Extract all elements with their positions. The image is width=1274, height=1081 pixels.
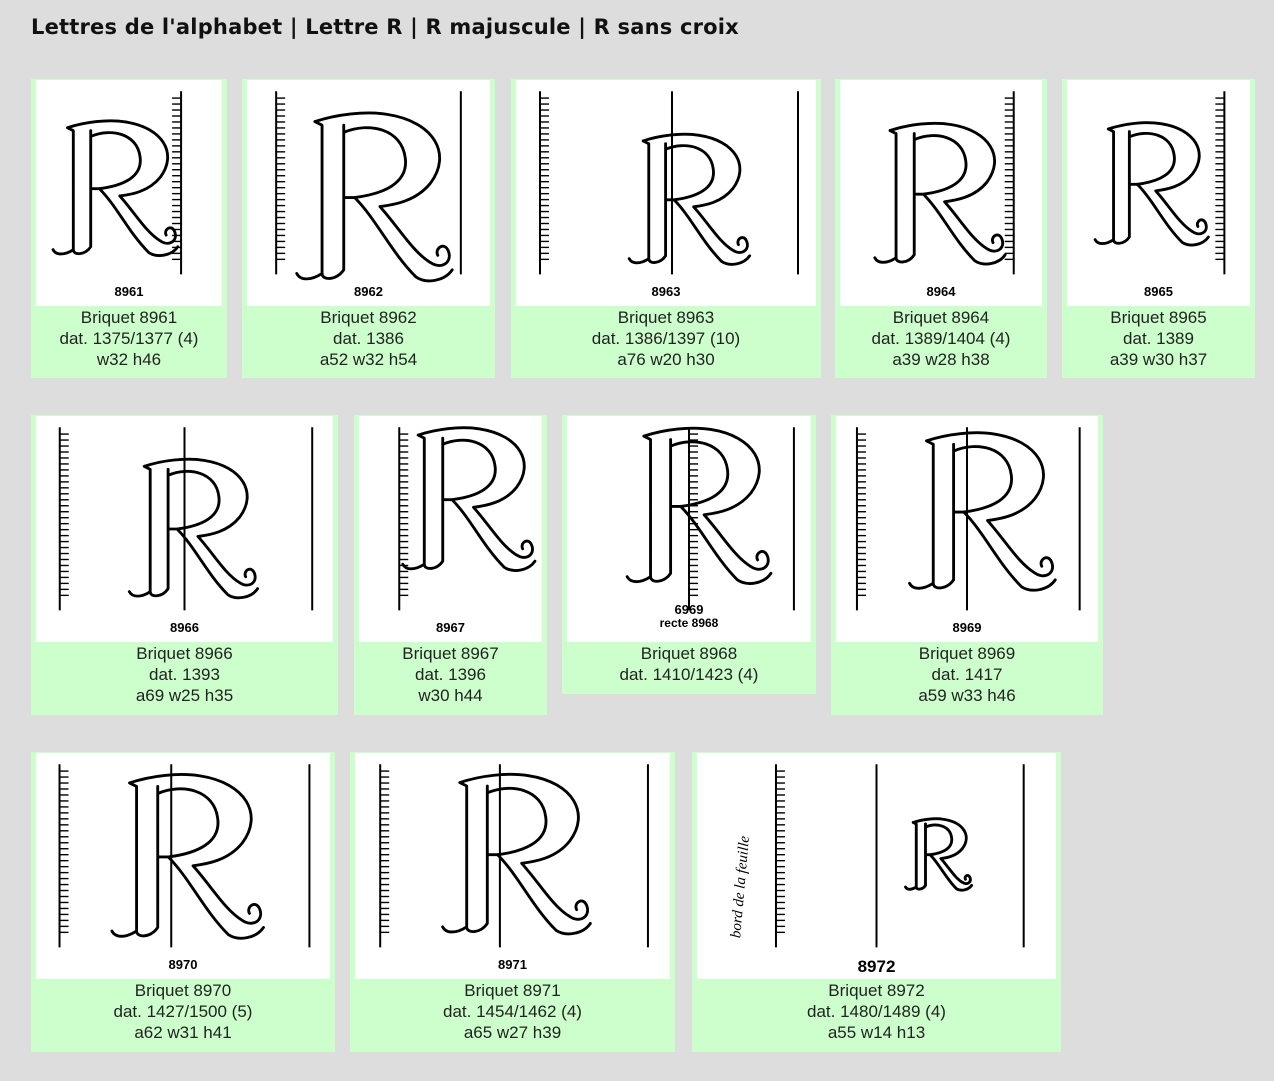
watermark-image[interactable]: 6969 recte 8968 bbox=[567, 416, 811, 642]
watermark-card[interactable]: 8967 Briquet 8967 dat. 1396 w30 h44 bbox=[354, 415, 547, 715]
watermark-tracing-icon bbox=[855, 427, 1081, 611]
watermark-number: 6969 bbox=[674, 602, 704, 617]
caption-title[interactable]: Briquet 8972 bbox=[692, 980, 1061, 1001]
watermark-card[interactable]: 8969 Briquet 8969 dat. 1417 a59 w33 h46 bbox=[831, 415, 1103, 715]
caption-date: dat. 1396 bbox=[415, 665, 486, 684]
watermark-card[interactable]: 8965 Briquet 8965 dat. 1389 a39 w30 h37 bbox=[1062, 79, 1255, 378]
watermark-tracing-icon bbox=[379, 764, 649, 948]
caption-title[interactable]: Briquet 8963 bbox=[511, 307, 821, 328]
watermark-caption: Briquet 8971 dat. 1454/1462 (4) a65 w27 h3… bbox=[350, 980, 675, 1043]
watermark-number: 8965 bbox=[1144, 284, 1173, 299]
watermark-number: 8961 bbox=[114, 284, 144, 299]
watermark-caption: Briquet 8966 dat. 1393 a69 w25 h35 bbox=[31, 643, 338, 706]
caption-date: dat. 1389 bbox=[1123, 329, 1194, 348]
watermark-tracing-icon bbox=[275, 91, 462, 283]
watermark-card[interactable]: 8961 Briquet 8961 dat. 1375/1377 (4) w32 h4… bbox=[31, 79, 227, 378]
caption-title[interactable]: Briquet 8965 bbox=[1062, 307, 1255, 328]
watermark-card[interactable]: 8966 Briquet 8966 dat. 1393 a69 w25 h35 bbox=[31, 415, 338, 715]
caption-dims: a52 w32 h54 bbox=[319, 350, 418, 369]
watermark-number: 8967 bbox=[436, 620, 465, 635]
watermark-tracing-icon bbox=[58, 764, 311, 948]
caption-dims: a76 w20 h30 bbox=[617, 350, 715, 369]
watermark-caption: Briquet 8965 dat. 1389 a39 w30 h37 bbox=[1062, 307, 1255, 370]
caption-date: dat. 1417 bbox=[931, 665, 1003, 684]
caption-date: dat. 1427/1500 (5) bbox=[113, 1002, 253, 1021]
watermark-number: 8969 bbox=[952, 620, 982, 635]
watermark-tracing-icon bbox=[873, 91, 1015, 275]
caption-title[interactable]: Briquet 8961 bbox=[31, 307, 227, 328]
caption-dims: w32 h46 bbox=[96, 350, 162, 369]
watermark-image[interactable]: bord de la feuille 8972 bbox=[697, 753, 1056, 979]
watermark-image[interactable]: 8967 bbox=[359, 416, 542, 642]
watermark-number: 8971 bbox=[498, 957, 527, 972]
caption-dims: a39 w28 h38 bbox=[892, 350, 990, 369]
watermark-tracing-icon bbox=[1093, 91, 1226, 275]
caption-dims: a62 w31 h41 bbox=[134, 1023, 232, 1042]
watermark-caption: Briquet 8961 dat. 1375/1377 (4) w32 h46 bbox=[31, 307, 227, 370]
watermark-tracing-icon bbox=[58, 427, 314, 611]
caption-title[interactable]: Briquet 8966 bbox=[31, 643, 338, 664]
caption-title[interactable]: Briquet 8969 bbox=[831, 643, 1103, 664]
watermark-image[interactable]: 8966 bbox=[36, 416, 333, 642]
caption-dims: a59 w33 h46 bbox=[918, 686, 1016, 705]
watermark-card[interactable]: 8970 Briquet 8970 dat. 1427/1500 (5) a62 w3… bbox=[31, 752, 335, 1052]
caption-dims: a69 w25 h35 bbox=[135, 686, 234, 705]
watermark-tracing-icon bbox=[51, 91, 183, 275]
watermark-tracing-icon bbox=[539, 91, 799, 275]
watermark-image[interactable]: 8963 bbox=[516, 80, 816, 306]
recte-label: recte 8968 bbox=[659, 616, 719, 630]
watermark-image[interactable]: 8964 bbox=[840, 80, 1042, 306]
caption-dims: a39 w30 h37 bbox=[1109, 350, 1208, 369]
caption-title[interactable]: Briquet 8968 bbox=[562, 643, 816, 664]
watermark-image[interactable]: 8970 bbox=[36, 753, 330, 979]
caption-title[interactable]: Briquet 8962 bbox=[242, 307, 495, 328]
watermark-caption: Briquet 8970 dat. 1427/1500 (5) a62 w31 h4… bbox=[31, 980, 335, 1043]
watermark-number: 8972 bbox=[857, 957, 896, 976]
watermark-image[interactable]: 8962 bbox=[247, 80, 490, 306]
watermark-caption: Briquet 8969 dat. 1417 a59 w33 h46 bbox=[831, 643, 1103, 706]
watermark-number: 8964 bbox=[926, 284, 956, 299]
watermark-card[interactable]: 6969 recte 8968 Briquet 8968 dat. 1410/1423… bbox=[562, 415, 816, 694]
breadcrumb[interactable]: Lettres de l'alphabet | Lettre R | R maj… bbox=[31, 15, 739, 39]
caption-date: dat. 1393 bbox=[149, 665, 220, 684]
margin-note-text: bord de la feuille bbox=[728, 835, 753, 939]
watermark-card[interactable]: 8963 Briquet 8963 dat. 1386/1397 (10) a76 w… bbox=[511, 79, 821, 378]
watermark-number: 8970 bbox=[168, 957, 198, 972]
caption-dims: a65 w27 h39 bbox=[463, 1023, 562, 1042]
watermark-card[interactable]: 8964 Briquet 8964 dat. 1389/1404 (4) a39 w2… bbox=[835, 79, 1047, 378]
caption-date: dat. 1389/1404 (4) bbox=[871, 329, 1011, 348]
caption-dims: a55 w14 h13 bbox=[827, 1023, 926, 1042]
watermark-tracing-icon bbox=[398, 426, 537, 611]
watermark-tracing-icon: bord de la feuille bbox=[728, 764, 1025, 948]
watermark-caption: Briquet 8972 dat. 1480/1489 (4) a55 w14 h1… bbox=[692, 980, 1061, 1043]
watermark-image[interactable]: 8971 bbox=[355, 753, 670, 979]
watermark-caption: Briquet 8964 dat. 1389/1404 (4) a39 w28 h3… bbox=[835, 307, 1047, 370]
watermark-caption: Briquet 8962 dat. 1386 a52 w32 h54 bbox=[242, 307, 495, 370]
caption-title[interactable]: Briquet 8967 bbox=[354, 643, 547, 664]
watermark-card[interactable]: 8962 Briquet 8962 dat. 1386 a52 w32 h54 bbox=[242, 79, 495, 378]
caption-title[interactable]: Briquet 8970 bbox=[31, 980, 335, 1001]
watermark-image[interactable]: 8965 bbox=[1067, 80, 1250, 306]
watermark-card[interactable]: bord de la feuille 8972 Briquet 8972 dat. 1… bbox=[692, 752, 1061, 1052]
watermark-number: 8962 bbox=[354, 284, 383, 299]
watermark-image[interactable]: 8961 bbox=[36, 80, 222, 306]
caption-date: dat. 1454/1462 (4) bbox=[443, 1002, 582, 1021]
caption-title[interactable]: Briquet 8971 bbox=[350, 980, 675, 1001]
watermark-caption: Briquet 8963 dat. 1386/1397 (10) a76 w20 h… bbox=[511, 307, 821, 370]
caption-date: dat. 1410/1423 (4) bbox=[619, 665, 759, 684]
watermark-image[interactable]: 8969 bbox=[836, 416, 1098, 642]
caption-date: dat. 1480/1489 (4) bbox=[807, 1002, 946, 1021]
caption-dims: w30 h44 bbox=[418, 686, 483, 705]
caption-date: dat. 1386 bbox=[333, 329, 404, 348]
watermark-caption: Briquet 8968 dat. 1410/1423 (4) bbox=[562, 643, 816, 685]
caption-date: dat. 1386/1397 (10) bbox=[591, 329, 741, 348]
watermark-card[interactable]: 8971 Briquet 8971 dat. 1454/1462 (4) a65 w2… bbox=[350, 752, 675, 1052]
caption-title[interactable]: Briquet 8964 bbox=[835, 307, 1047, 328]
watermark-number: 8966 bbox=[170, 620, 199, 635]
watermark-caption: Briquet 8967 dat. 1396 w30 h44 bbox=[354, 643, 547, 706]
caption-date: dat. 1375/1377 (4) bbox=[59, 329, 199, 348]
watermark-number: 8963 bbox=[651, 284, 681, 299]
